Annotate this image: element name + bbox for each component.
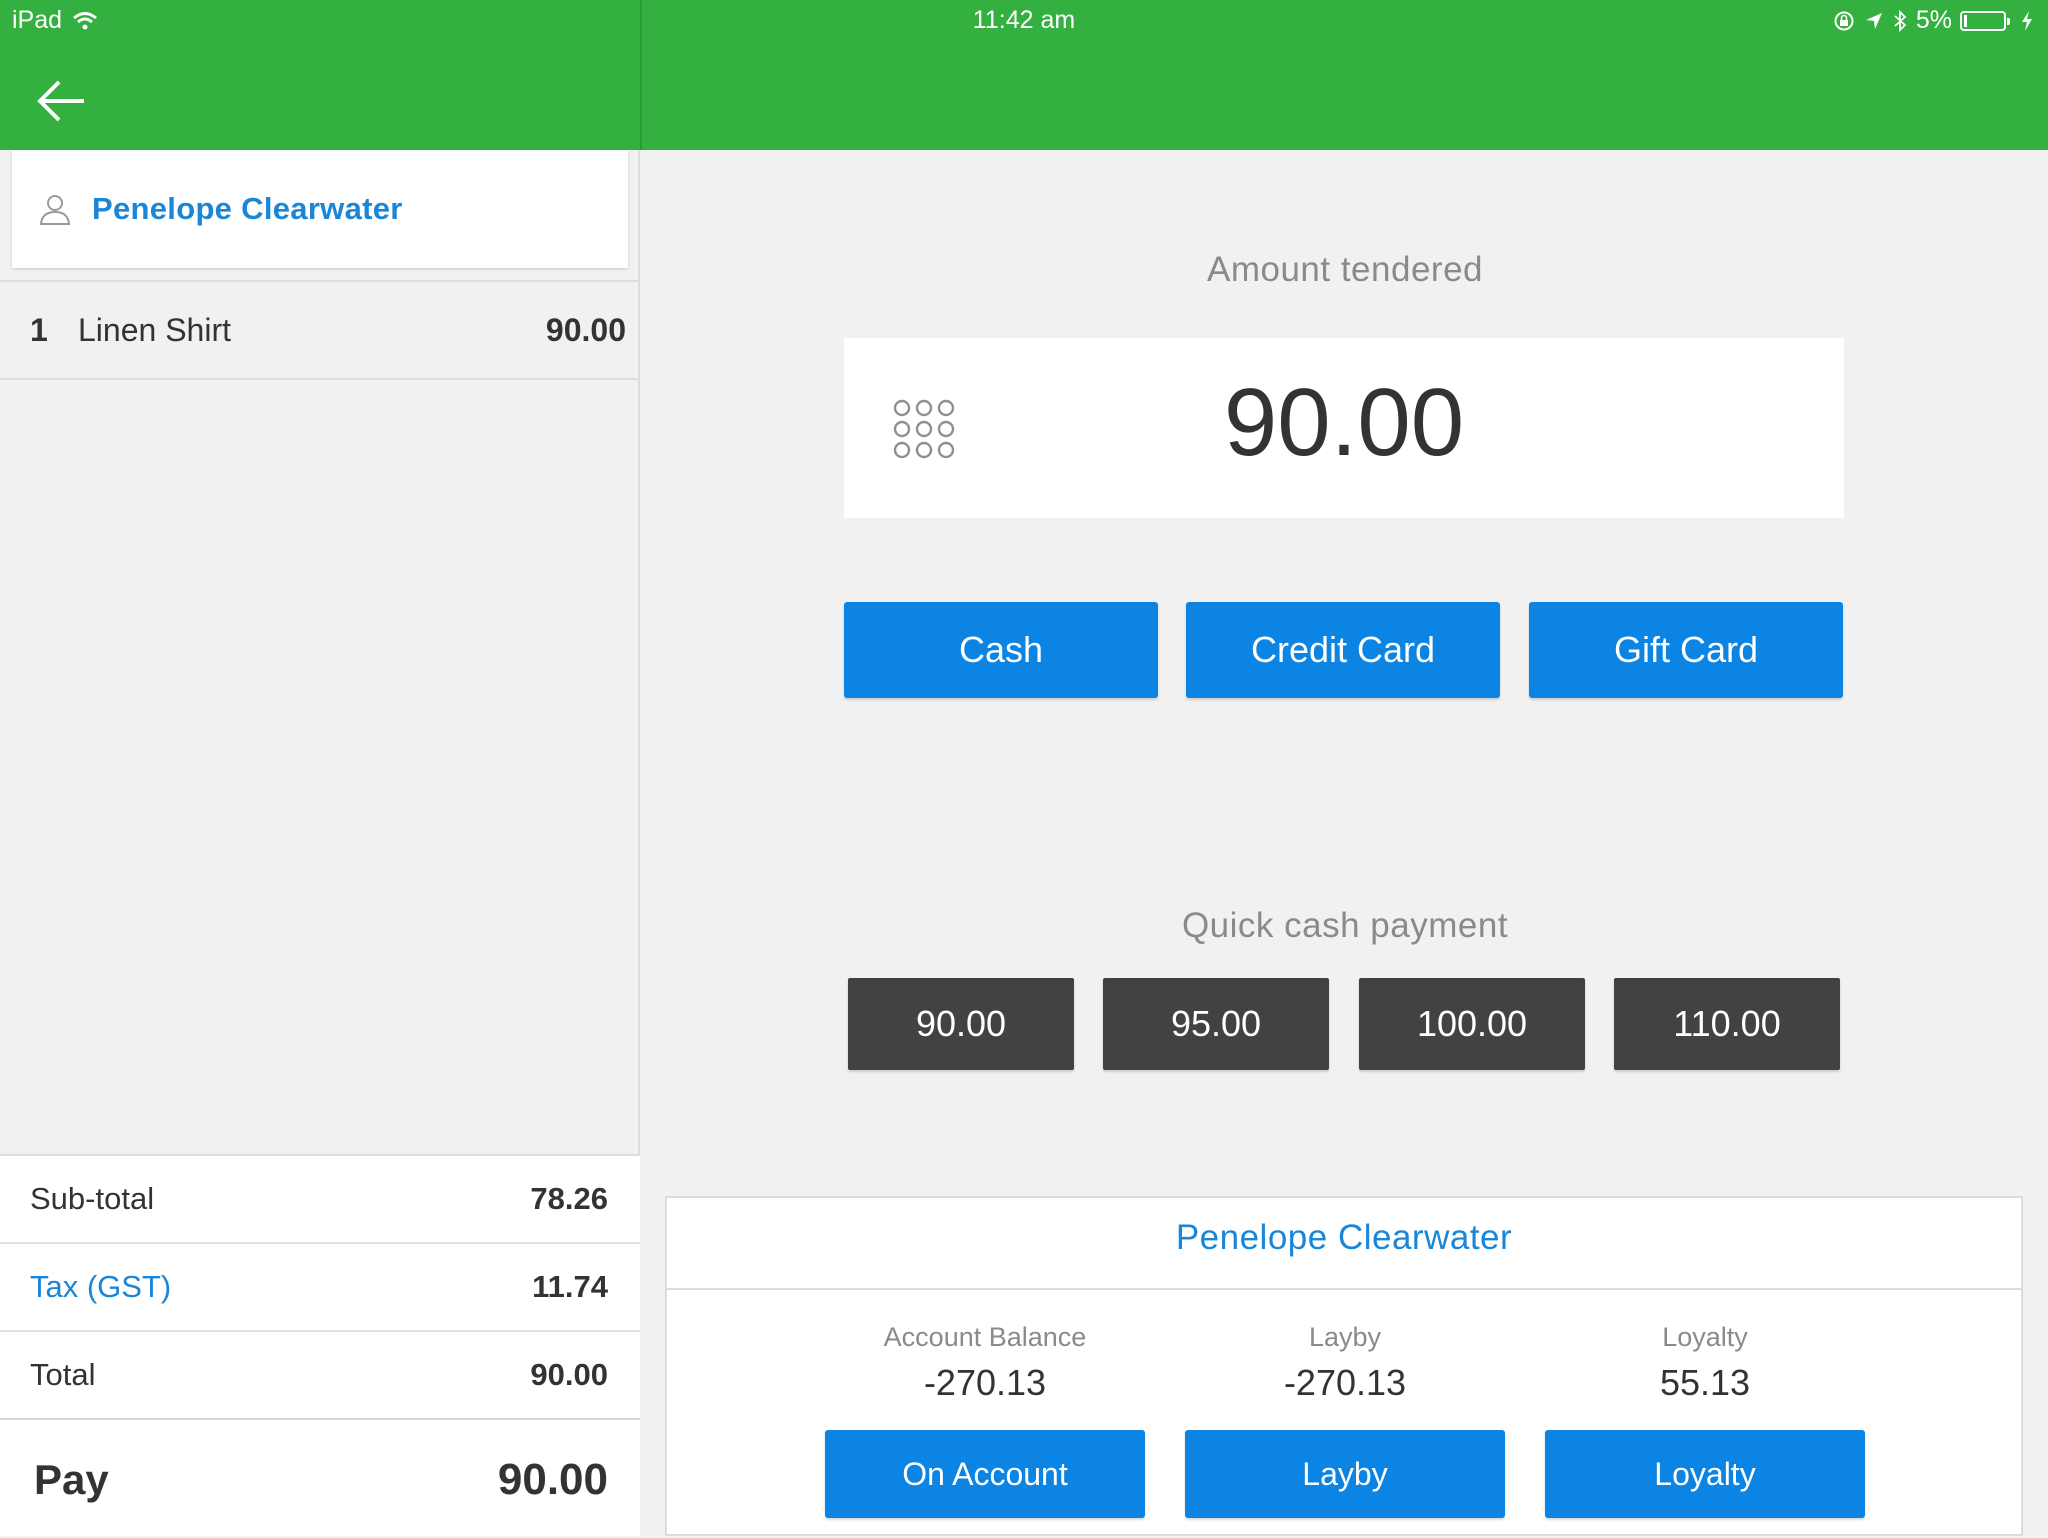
loyalty-button[interactable]: Loyalty (1545, 1430, 1865, 1518)
account-balance-label: Account Balance (883, 1322, 1087, 1352)
tax-label-link[interactable]: Tax (GST) (30, 1269, 532, 1305)
battery-percent: 5% (1915, 6, 1952, 34)
header-bar: iPad 11:42 am 5% (0, 0, 2048, 150)
customer-card[interactable]: Penelope Clearwater (12, 150, 628, 268)
rotation-lock-icon (1834, 11, 1854, 30)
subtotal-value: 78.26 (530, 1181, 608, 1216)
line-product-name: Linen Shirt (78, 311, 231, 348)
status-bar-right: 5% (1832, 6, 2034, 35)
bluetooth-icon (1894, 9, 1907, 32)
gift-card-button[interactable]: Gift Card (1529, 602, 1843, 698)
on-account-button[interactable]: On Account (825, 1430, 1145, 1518)
status-time: 11:42 am (972, 6, 1076, 34)
quick-cash-button[interactable]: 110.00 (1614, 978, 1840, 1070)
sale-panel: Penelope Clearwater 1 Linen Shirt 90.00 … (0, 150, 640, 1536)
subtotal-label: Sub-total (30, 1181, 155, 1216)
amount-tendered-field[interactable]: 90.00 (844, 338, 1844, 518)
totals-section: Sub-total 78.26 Tax (GST) 11.74 Total 90… (0, 1154, 640, 1536)
account-balance-value: -270.13 (923, 1362, 1047, 1403)
amount-tendered-label: Amount tendered (1206, 250, 1483, 289)
account-customer-name[interactable]: Penelope Clearwater (667, 1218, 2021, 1258)
location-icon (1865, 12, 1882, 29)
sale-line-item[interactable]: 1 Linen Shirt 90.00 (0, 280, 640, 380)
total-label: Total (30, 1357, 96, 1392)
back-arrow-icon[interactable] (34, 76, 90, 126)
quick-cash-label: Quick cash payment (1181, 906, 1509, 945)
quick-cash-button[interactable]: 100.00 (1359, 978, 1585, 1070)
total-value: 90.00 (530, 1357, 608, 1392)
credit-card-button[interactable]: Credit Card (1186, 602, 1500, 698)
pay-amount: 90.00 (497, 1455, 608, 1504)
loyalty-value: 55.13 (1659, 1362, 1751, 1403)
person-icon (39, 195, 71, 225)
pay-label: Pay (34, 1456, 109, 1503)
loyalty-label: Loyalty (1662, 1322, 1748, 1352)
customer-name[interactable]: Penelope Clearwater (92, 191, 403, 227)
account-divider (667, 1288, 2021, 1290)
layby-button[interactable]: Layby (1185, 1430, 1505, 1518)
cash-button[interactable]: Cash (844, 602, 1158, 698)
amount-tendered-value[interactable]: 90.00 (844, 368, 1844, 478)
charging-icon (2022, 10, 2032, 31)
battery-icon (1960, 10, 2010, 31)
layby-label: Layby (1308, 1322, 1382, 1352)
total-row: Total 90.00 (0, 1332, 640, 1420)
quick-cash-button[interactable]: 95.00 (1103, 978, 1329, 1070)
subtotal-row: Sub-total 78.26 (0, 1156, 640, 1244)
quick-cash-button[interactable]: 90.00 (848, 978, 1074, 1070)
tax-value: 11.74 (532, 1269, 608, 1304)
line-price: 90.00 (545, 311, 626, 348)
customer-account-card: Penelope Clearwater Account Balance -270… (665, 1196, 2023, 1536)
tax-row: Tax (GST) 11.74 (0, 1244, 640, 1332)
pay-row[interactable]: Pay 90.00 (0, 1422, 640, 1538)
layby-value: -270.13 (1283, 1362, 1407, 1403)
line-quantity: 1 (30, 311, 48, 348)
